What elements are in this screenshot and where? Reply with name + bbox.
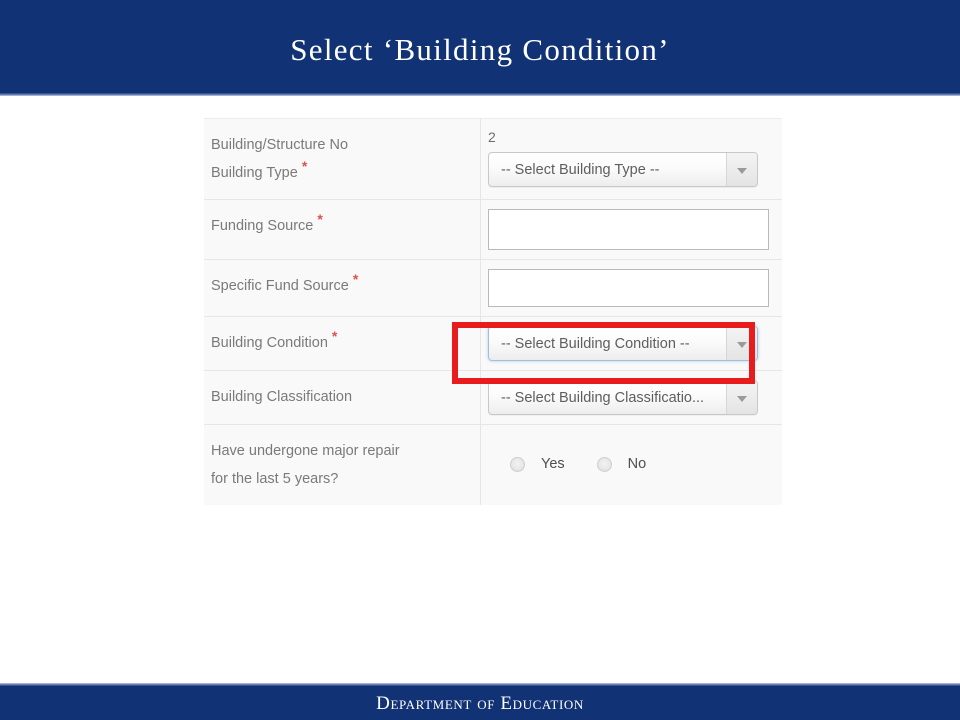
required-marker: * [331,328,338,345]
field-cell-specific-fund-source [480,259,782,317]
radio-label-yes[interactable]: Yes [541,456,565,472]
required-marker: * [352,271,359,288]
field-cell-major-repair: Yes No [480,424,782,505]
specific-fund-source-input[interactable] [488,269,769,307]
radio-yes[interactable] [510,456,525,472]
page-title: Select ‘Building Condition’ [290,32,670,67]
label-cell-funding-source: Funding Source * [204,199,481,260]
chevron-down-icon[interactable] [726,327,757,360]
building-details-form: Building/Structure No Building Type * 2 … [204,118,782,505]
radio-no[interactable] [596,456,612,472]
radio-label-no[interactable]: No [628,456,647,472]
chevron-down-icon[interactable] [726,381,757,414]
funding-source-input[interactable] [488,209,769,250]
header-divider [0,93,960,96]
label-cell-specific-fund-source: Specific Fund Source * [204,259,481,317]
label-cell-building-type: Building/Structure No Building Type * [204,118,481,200]
label-major-repair-line1: Have undergone major repair [211,443,400,459]
building-classification-select-value: -- Select Building Classificatio... [501,390,705,406]
field-cell-building-type: 2 -- Select Building Type -- [480,118,782,200]
field-cell-building-classification: -- Select Building Classificatio... [480,370,782,425]
label-building-structure-no: Building/Structure No [211,137,349,153]
table-row-building-classification: Building Classification -- Select Buildi… [204,370,782,425]
table-row-funding-source: Funding Source * [204,199,782,260]
table-row-major-repair: Have undergone major repair for the last… [204,424,782,505]
label-specific-fund-source: Specific Fund Source [211,278,349,294]
label-building-type-wrap: Building Type * [211,159,466,187]
field-cell-funding-source [480,199,782,260]
required-marker: * [301,158,308,175]
label-cell-building-classification: Building Classification [204,370,481,425]
label-cell-major-repair: Have undergone major repair for the last… [204,424,481,505]
building-structure-no-value: 2 [488,129,496,145]
field-cell-building-condition: -- Select Building Condition -- [480,316,782,371]
label-funding-source: Funding Source [211,218,314,234]
table-row-building-type: Building/Structure No Building Type * 2 … [204,118,782,200]
label-cell-building-condition: Building Condition * [204,316,481,371]
chevron-down-icon[interactable] [726,153,757,186]
table-row-building-condition: Building Condition * -- Select Building … [204,316,782,371]
label-building-condition: Building Condition [211,335,328,351]
table-row-specific-fund-source: Specific Fund Source * [204,259,782,317]
building-condition-select[interactable]: -- Select Building Condition -- [488,326,758,361]
footer-title: Department of Education [376,693,584,714]
building-classification-select[interactable]: -- Select Building Classificatio... [488,380,758,415]
required-marker: * [317,211,323,228]
label-building-classification: Building Classification [211,389,353,405]
major-repair-radio-group: Yes No [488,434,782,494]
building-type-select[interactable]: -- Select Building Type -- [488,152,758,187]
label-building-type: Building Type [211,165,298,181]
building-condition-select-value: -- Select Building Condition -- [501,336,690,352]
building-type-select-value: -- Select Building Type -- [501,162,660,178]
label-major-repair-line2: for the last 5 years? [211,471,339,487]
